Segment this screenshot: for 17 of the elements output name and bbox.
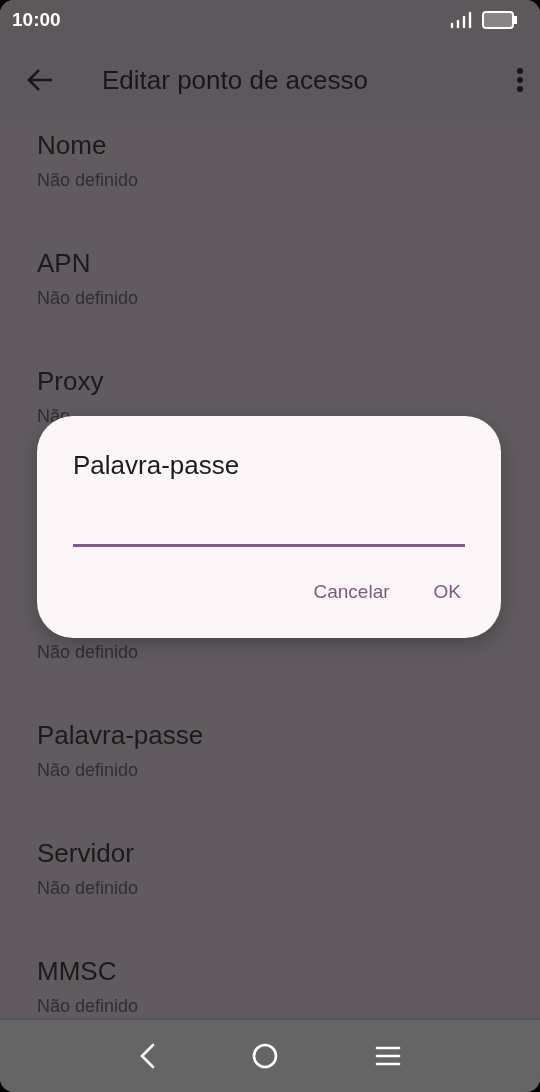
setting-title: Nome [37,129,108,161]
setting-title: APN [37,247,92,279]
setting-title: Servidor [37,837,135,869]
battery-icon [482,10,518,30]
signal-icon [450,11,472,29]
setting-title: Proxy [37,365,105,397]
status-time: 10:00 [12,9,61,31]
back-nav-icon[interactable] [138,1043,155,1069]
home-icon[interactable] [252,1043,278,1069]
setting-title: MMSC [37,955,118,987]
dialog-title: Palavra-passe [73,450,241,480]
setting-title: Palavra-passe [37,719,205,751]
dialog-button[interactable]: Cancelar [301,573,402,611]
more-icon[interactable] [516,67,524,93]
menu-icon[interactable] [375,1045,402,1067]
dialog-button[interactable]: OK [421,573,473,611]
toolbar-title: Editar ponto de acesso [102,64,369,96]
